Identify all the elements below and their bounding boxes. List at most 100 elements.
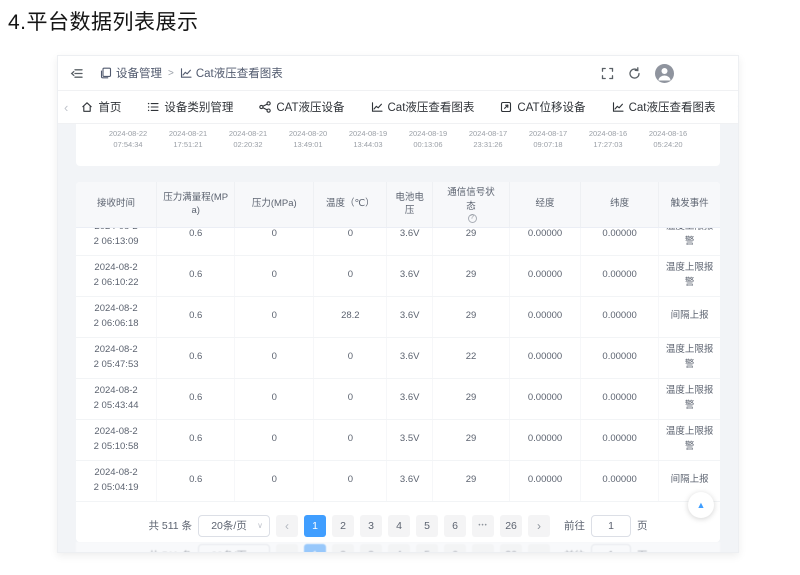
axis-tick: 2024-08-2207:54:34 [98, 129, 158, 151]
app-header: 设备管理 > Cat液压查看图表 [58, 56, 738, 91]
cell-voltage: 3.6V [387, 297, 433, 337]
chart-axis-strip: 2024-08-2207:54:34 2024-08-2117:51:21 20… [76, 124, 720, 166]
cell-voltage: 3.6V [387, 338, 433, 378]
page-button-3[interactable]: 3 [360, 515, 382, 537]
jump-page-input[interactable] [591, 515, 631, 537]
cell-receive-time: 2024-08-22 05:47:53 [76, 338, 157, 378]
header-actions [601, 64, 726, 83]
page-size-value: 20条/页 [211, 518, 247, 533]
breadcrumb-current[interactable]: Cat液压查看图表 [180, 65, 283, 81]
breadcrumb-separator: > [168, 68, 174, 79]
collapse-sidebar-icon[interactable] [70, 67, 84, 80]
tab-label: 首页 [98, 99, 121, 115]
cell-voltage: 3.6V [387, 461, 433, 501]
jump-prefix-label: 前往 [564, 518, 585, 533]
fullscreen-icon[interactable] [601, 67, 614, 80]
tab-bar: ‹ 首页 设备类别管理 CAT液压设备 Cat液压查看图表 CAT位移设备 [58, 91, 738, 124]
axis-tick: 2024-08-1605:24:20 [638, 129, 698, 151]
tab-cat-hydraulic-chart-2[interactable]: Cat液压查看图表 [599, 91, 729, 124]
cell-temperature: 28.2 [314, 297, 387, 337]
table-row[interactable]: 2024-08-22 06:10:22 0.6 0 0 3.6V 29 0.00… [76, 256, 720, 297]
page-size-select[interactable]: 20条/页 ∨ [198, 515, 270, 537]
cell-voltage: 3.6V [387, 379, 433, 419]
cell-pressure-range: 0.6 [157, 256, 235, 296]
cell-latitude: 0.00000 [581, 420, 659, 460]
cell-pressure-range: 0.6 [157, 461, 235, 501]
page-button-1[interactable]: 1 [304, 515, 326, 537]
page-button: 5 [416, 544, 438, 552]
cell-voltage: 3.5V [387, 420, 433, 460]
cell-latitude: 0.00000 [581, 228, 659, 255]
line-chart-icon [180, 67, 192, 79]
axis-tick: 2024-08-2102:20:32 [218, 129, 278, 151]
col-header-longitude: 经度 [510, 182, 581, 227]
back-to-top-button[interactable]: ▲ [688, 492, 714, 518]
page-button: 2 [332, 544, 354, 552]
cell-receive-time: 2024-08-22 06:06:18 [76, 297, 157, 337]
col-header-signal-status: 通信信号状态? [433, 182, 510, 227]
chevron-down-icon: ∨ [257, 521, 263, 530]
pagination-total: 共 511 条 [148, 548, 192, 553]
table-row[interactable]: 2024-08-22 05:43:44 0.6 0 0 3.6V 29 0.00… [76, 379, 720, 420]
axis-tick: 2024-08-1709:07:18 [518, 129, 578, 151]
jump-suffix-label: 页 [637, 518, 648, 533]
cell-receive-time: 2024-08-22 05:43:44 [76, 379, 157, 419]
page-button: 6 [444, 544, 466, 552]
next-page-button[interactable]: › [528, 515, 550, 537]
info-icon[interactable]: ? [468, 214, 477, 223]
tab-cat-hydraulic-device[interactable]: CAT液压设备 [246, 91, 357, 124]
prev-page-button[interactable]: ‹ [276, 515, 298, 537]
axis-tick: 2024-08-1617:27:03 [578, 129, 638, 151]
tabs: 首页 设备类别管理 CAT液压设备 Cat液压查看图表 CAT位移设备 Cat液… [68, 91, 728, 124]
cell-temperature: 0 [314, 461, 387, 501]
cell-pressure-range: 0.6 [157, 338, 235, 378]
cell-temperature: 0 [314, 228, 387, 255]
page-button-26[interactable]: 26 [500, 515, 522, 537]
tab-cat-hydraulic-chart-1[interactable]: Cat液压查看图表 [358, 91, 488, 124]
pagination-total: 共 511 条 [148, 518, 192, 533]
tab-scroll-right-icon[interactable]: › [728, 100, 739, 115]
cell-signal: 29 [433, 256, 510, 296]
cell-longitude: 0.00000 [510, 228, 581, 255]
user-avatar[interactable] [655, 64, 674, 83]
tab-device-category[interactable]: 设备类别管理 [134, 91, 246, 124]
col-header-temperature: 温度（℃） [314, 182, 387, 227]
table-body: 2024-08-22 06:13:09 0.6 0 0 3.6V 29 0.00… [76, 228, 720, 503]
table-header-row: 接收时间 压力满量程(MPa) 压力(MPa) 温度（℃） 电池电压 通信信号状… [76, 182, 720, 228]
breadcrumb-root-label: 设备管理 [116, 65, 162, 81]
list-icon [147, 101, 159, 113]
col-header-latitude: 纬度 [581, 182, 659, 227]
page-jump: 前往 页 [564, 515, 648, 537]
cell-trigger-event: 温度上限报警 [659, 338, 720, 378]
breadcrumb-current-label: Cat液压查看图表 [196, 65, 283, 81]
breadcrumb-root[interactable]: 设备管理 [100, 65, 162, 81]
clipped-pagination-strip: 共 511 条 20条/页∨ ‹ 1 2 3 4 5 6 ••• 26 › 前往… [76, 542, 720, 552]
table-row[interactable]: 2024-08-22 05:10:58 0.6 0 0 3.5V 29 0.00… [76, 420, 720, 461]
axis-tick: 2024-08-2117:51:21 [158, 129, 218, 151]
table-row[interactable]: 2024-08-22 06:06:18 0.6 0 28.2 3.6V 29 0… [76, 297, 720, 338]
cell-longitude: 0.00000 [510, 297, 581, 337]
col-header-trigger-event: 触发事件 [659, 182, 720, 227]
cell-pressure: 0 [235, 420, 314, 460]
page-button-5[interactable]: 5 [416, 515, 438, 537]
page-button-2[interactable]: 2 [332, 515, 354, 537]
tab-home[interactable]: 首页 [68, 91, 134, 124]
table-row[interactable]: 2024-08-22 06:13:09 0.6 0 0 3.6V 29 0.00… [76, 228, 720, 256]
cell-temperature: 0 [314, 379, 387, 419]
tab-cat-displacement-device[interactable]: CAT位移设备 [487, 91, 598, 124]
more-pages-button[interactable]: ••• [472, 515, 494, 537]
page-button-6[interactable]: 6 [444, 515, 466, 537]
tabbar-right: › [728, 100, 739, 115]
tab-label: Cat液压查看图表 [388, 99, 475, 115]
page-button-4[interactable]: 4 [388, 515, 410, 537]
cell-signal: 29 [433, 420, 510, 460]
pagination: 共 511 条 20条/页 ∨ ‹ 1 2 3 4 5 6 ••• 26 › 前… [76, 503, 720, 542]
cell-latitude: 0.00000 [581, 461, 659, 501]
table-row[interactable]: 2024-08-22 05:47:53 0.6 0 0 3.6V 22 0.00… [76, 338, 720, 379]
cell-voltage: 3.6V [387, 228, 433, 255]
cell-longitude: 0.00000 [510, 420, 581, 460]
tab-label: 设备类别管理 [164, 99, 233, 115]
refresh-icon[interactable] [628, 67, 641, 80]
arrow-up-icon: ▲ [697, 500, 706, 510]
table-row[interactable]: 2024-08-22 05:04:19 0.6 0 0 3.6V 29 0.00… [76, 461, 720, 502]
